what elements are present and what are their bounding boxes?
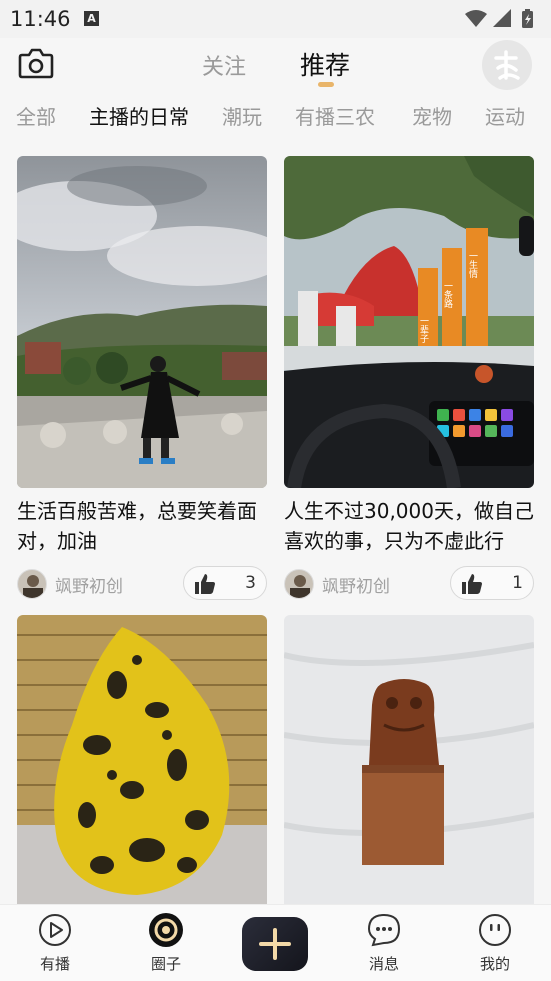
like-button[interactable]: 3 [183, 566, 267, 600]
nav-label: 有播 [39, 955, 70, 973]
landscape-photo [17, 156, 267, 488]
author-avatar [17, 569, 47, 599]
bottom-nav: 有播 圈子 消息 我的 [0, 904, 551, 981]
feed-card-2[interactable]: 一辈子 一条路 一生情 人生不过30,000天，做自己喜欢的事，只为不虚此行 飒… [284, 156, 534, 600]
car-view-photo: 一辈子 一条路 一生情 [284, 156, 534, 488]
like-count: 1 [512, 573, 523, 593]
nav-label: 我的 [479, 955, 510, 973]
photo-sign-text-2: 一条路 [442, 281, 453, 309]
feed-card-image[interactable] [17, 615, 267, 904]
feed-card-title: 人生不过30,000天，做自己喜欢的事，只为不虚此行 [284, 499, 534, 553]
battery-icon [522, 9, 533, 28]
wifi-icon [465, 10, 487, 27]
system-status-icons [465, 9, 533, 28]
category-agriculture[interactable]: 有播三农 [295, 101, 375, 130]
circle-target-icon [149, 913, 183, 947]
camera-icon[interactable] [18, 46, 54, 80]
top-bar: 关注 推荐 [0, 38, 551, 90]
tab-recommend[interactable]: 推荐 [300, 46, 350, 82]
category-all[interactable]: 全部 [16, 101, 56, 130]
tab-indicator [318, 82, 334, 87]
photo-sign-text-3: 一辈子 [418, 316, 429, 343]
signal-icon [493, 9, 511, 27]
status-time: 11:46 [10, 7, 71, 31]
thumbs-up-icon [195, 574, 215, 594]
chat-bubble-icon [367, 913, 401, 947]
nav-messages[interactable]: 消息 [349, 913, 419, 974]
category-sports[interactable]: 运动 [485, 101, 525, 130]
category-pets[interactable]: 宠物 [412, 101, 452, 130]
status-bar: 11:46 A [0, 0, 551, 38]
feed-card-3[interactable] [17, 615, 267, 904]
author-name: 飒野初创 [55, 576, 123, 597]
profile-avatar-button[interactable] [482, 40, 532, 90]
root-carving-photo [17, 615, 267, 904]
like-count: 3 [245, 573, 256, 593]
feed-card-author[interactable]: 飒野初创 [284, 569, 390, 599]
author-avatar [284, 569, 314, 599]
feed-card-title: 生活百般苦难，总要笑着面对，加油 [17, 499, 257, 553]
lion-seal-photo [284, 615, 534, 904]
plus-icon [259, 928, 291, 960]
nav-label: 消息 [368, 955, 399, 973]
feed-card-author[interactable]: 飒野初创 [17, 569, 123, 599]
nav-youbo[interactable]: 有播 [20, 913, 90, 974]
thumbs-up-icon [462, 574, 482, 594]
play-circle-icon [39, 914, 71, 946]
feed-card-image[interactable] [17, 156, 267, 488]
feed-card-4[interactable] [284, 615, 534, 904]
photo-sign-text-1: 一生情 [467, 251, 478, 279]
smiley-face-icon [479, 914, 511, 946]
feed-card-image[interactable]: 一辈子 一条路 一生情 [284, 156, 534, 488]
category-anchor-daily[interactable]: 主播的日常 [89, 101, 189, 130]
nav-profile[interactable]: 我的 [460, 913, 530, 974]
feed-card-image[interactable] [284, 615, 534, 904]
logo-icon [494, 50, 520, 80]
nav-label: 圈子 [150, 955, 181, 973]
category-tabs: 全部 主播的日常 潮玩 有播三农 宠物 运动 [0, 95, 551, 135]
notification-icon: A [84, 11, 99, 26]
author-name: 飒野初创 [322, 576, 390, 597]
like-button[interactable]: 1 [450, 566, 534, 600]
nav-circle[interactable]: 圈子 [131, 913, 201, 974]
tab-follow[interactable]: 关注 [202, 49, 246, 81]
category-trendy-toys[interactable]: 潮玩 [222, 101, 262, 130]
create-post-button[interactable] [242, 917, 308, 971]
feed-card-1[interactable]: 生活百般苦难，总要笑着面对，加油 飒野初创 3 [17, 156, 267, 600]
